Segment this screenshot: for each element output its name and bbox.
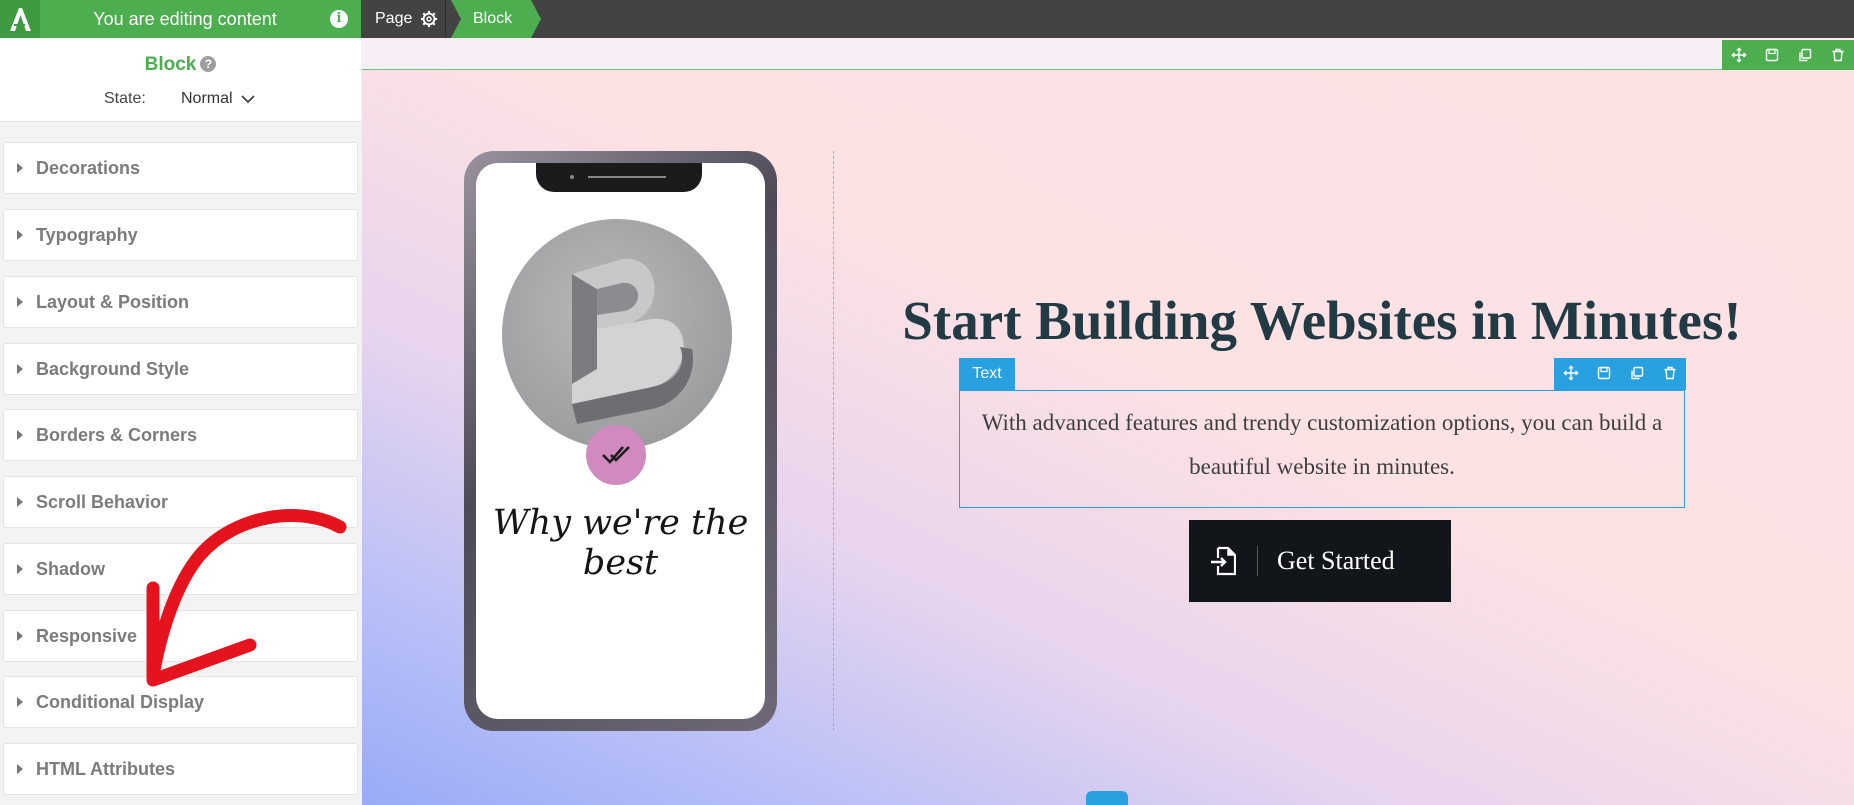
section-borders-corners[interactable]: Borders & Corners <box>3 409 358 461</box>
breadcrumb-page-label: Page <box>375 10 413 27</box>
breadcrumb-page[interactable]: Page <box>362 0 446 38</box>
gear-icon[interactable] <box>420 10 438 28</box>
caret-right-icon <box>17 697 23 707</box>
move-icon[interactable] <box>1554 358 1587 388</box>
breadcrumb-block[interactable]: Block <box>451 0 541 38</box>
block-title: Block? <box>0 54 361 76</box>
block-title-label: Block <box>144 54 197 75</box>
save-icon[interactable] <box>1755 40 1788 70</box>
text-paragraph: With advanced features and trendy custom… <box>981 410 1663 479</box>
get-started-button[interactable]: Get Started <box>1189 520 1451 602</box>
caret-right-icon <box>17 764 23 774</box>
check-badge-icon <box>586 425 646 485</box>
section-scroll-behavior[interactable]: Scroll Behavior <box>3 476 358 528</box>
phone-notch <box>536 163 702 192</box>
caret-right-icon <box>17 564 23 574</box>
sidebar: Block? State: Normal Decorations Typogra… <box>0 38 361 805</box>
text-element[interactable]: With advanced features and trendy custom… <box>959 390 1685 508</box>
duplicate-icon[interactable] <box>1620 358 1653 388</box>
section-typography[interactable]: Typography <box>3 209 358 261</box>
sidebar-header: Block? State: Normal <box>0 38 361 122</box>
section-label: HTML Attributes <box>36 758 175 779</box>
section-layout-position[interactable]: Layout & Position <box>3 276 358 328</box>
text-toolbar <box>1554 358 1686 390</box>
chevron-down-icon <box>240 95 255 104</box>
editing-title: You are editing content <box>93 9 277 29</box>
section-label: Responsive <box>36 625 138 646</box>
column-divider <box>833 151 834 731</box>
section-label: Background Style <box>36 358 190 379</box>
state-label: State: <box>104 90 146 107</box>
section-label: Typography <box>36 224 138 245</box>
get-started-label: Get Started <box>1277 546 1395 575</box>
save-icon[interactable] <box>1587 358 1620 388</box>
caret-right-icon <box>17 297 23 307</box>
section-label: Decorations <box>36 157 141 178</box>
section-label: Conditional Display <box>36 691 205 712</box>
caret-right-icon <box>17 163 23 173</box>
section-responsive[interactable]: Responsive <box>3 610 358 662</box>
logo-icon[interactable] <box>0 0 40 38</box>
section-conditional-display[interactable]: Conditional Display <box>3 676 358 728</box>
delete-icon[interactable] <box>1821 40 1854 70</box>
help-icon[interactable]: ? <box>200 56 217 72</box>
info-icon[interactable]: i <box>330 10 348 28</box>
caret-right-icon <box>17 497 23 507</box>
text-element-tag[interactable]: Text <box>959 358 1015 390</box>
section-shadow[interactable]: Shadow <box>3 543 358 595</box>
caret-right-icon <box>17 430 23 440</box>
page-canvas: Why we're the best Start Building Websit… <box>362 38 1854 805</box>
hero-image <box>502 219 732 449</box>
phone-heading: Why we're the best <box>492 503 749 583</box>
section-label: Scroll Behavior <box>36 491 169 512</box>
phone-mockup: Why we're the best <box>464 151 777 731</box>
button-separator <box>1257 546 1258 576</box>
state-select-value: Normal <box>181 90 233 107</box>
caret-right-icon <box>17 230 23 240</box>
section-decorations[interactable]: Decorations <box>3 142 358 194</box>
delete-icon[interactable] <box>1653 358 1686 388</box>
caret-right-icon <box>17 631 23 641</box>
section-label: Layout & Position <box>36 291 189 312</box>
add-block-handle[interactable] <box>1086 791 1128 805</box>
canvas-top-strip <box>362 38 1854 70</box>
editing-banner: You are editing content i <box>0 0 361 38</box>
phone-screen: Why we're the best <box>476 163 765 719</box>
section-background-style[interactable]: Background Style <box>3 343 358 395</box>
duplicate-icon[interactable] <box>1788 40 1821 70</box>
caret-right-icon <box>17 364 23 374</box>
block-toolbar <box>1722 40 1854 70</box>
section-label: Shadow <box>36 558 106 579</box>
file-import-icon <box>1189 546 1257 576</box>
move-icon[interactable] <box>1722 40 1755 70</box>
main-heading[interactable]: Start Building Websites in Minutes! <box>862 289 1782 352</box>
state-select[interactable]: Normal <box>181 90 255 108</box>
section-html-attributes[interactable]: HTML Attributes <box>3 743 358 795</box>
top-bar: You are editing content i Page Block <box>0 0 1854 38</box>
section-label: Borders & Corners <box>36 424 198 445</box>
